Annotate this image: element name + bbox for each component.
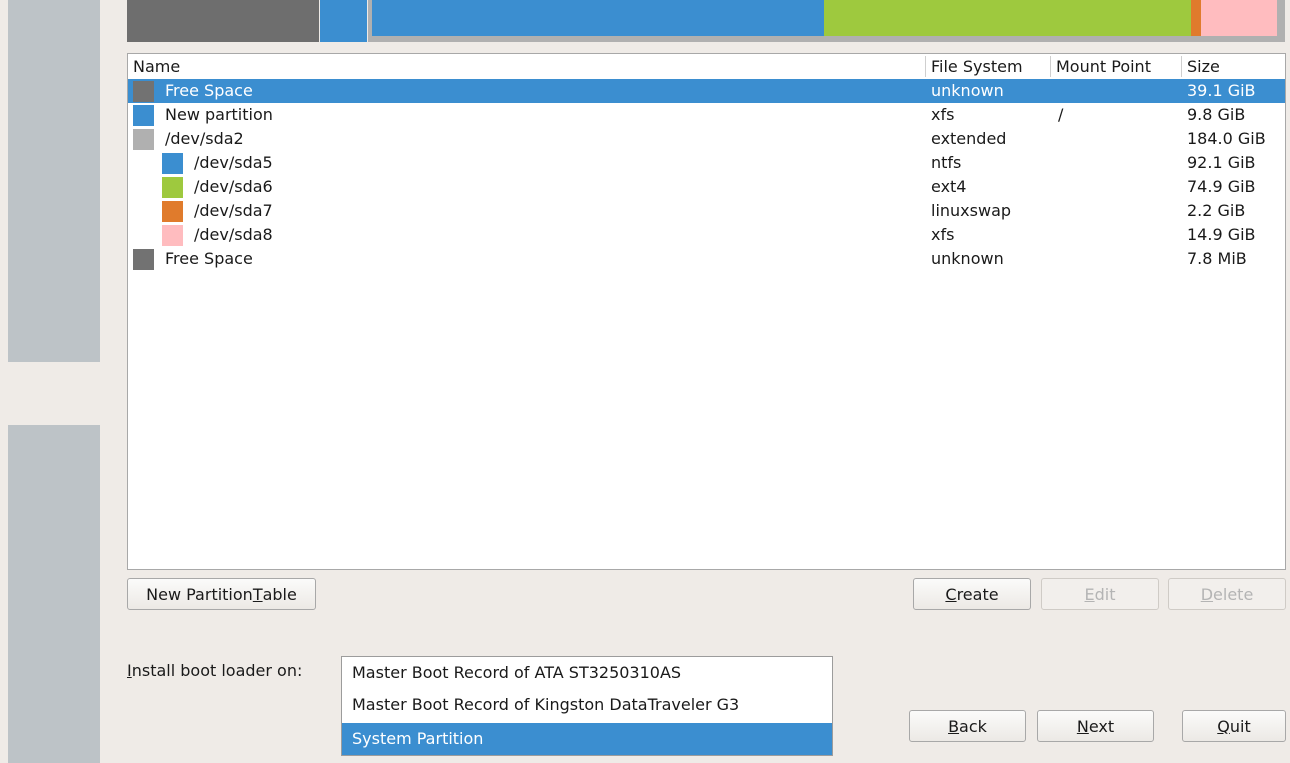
partition-color-swatch <box>133 105 154 126</box>
partition-color-swatch <box>162 225 183 246</box>
partition-row[interactable]: Free Space unknown 7.8 MiB <box>128 247 1285 271</box>
button-label: able <box>262 584 297 604</box>
new-partition-table-button[interactable]: New Partition Table <box>127 578 316 610</box>
button-mnemonic: N <box>1076 716 1089 736</box>
partition-row[interactable]: /dev/sda7 linuxswap 2.2 GiB <box>128 199 1285 223</box>
bootloader-dropdown-list[interactable]: Master Boot Record of ATA ST3250310AS Ma… <box>341 656 833 756</box>
partition-filesystem: ntfs <box>931 153 962 172</box>
column-header-name[interactable]: Name <box>133 57 180 76</box>
button-label: New Partition <box>146 584 253 604</box>
partition-name: /dev/sda2 <box>165 129 244 148</box>
partition-bar <box>127 0 1285 42</box>
partition-size: 74.9 GiB <box>1187 177 1256 196</box>
column-divider <box>1050 56 1051 77</box>
partition-size: 9.8 GiB <box>1187 105 1246 124</box>
bar-new-partition[interactable] <box>320 0 367 42</box>
partition-filesystem: ext4 <box>931 177 967 196</box>
create-button[interactable]: Create <box>913 578 1031 610</box>
partition-row[interactable]: Free Space unknown 39.1 GiB <box>128 79 1285 103</box>
partition-name: /dev/sda6 <box>194 177 273 196</box>
sidebar-panel-bottom <box>8 425 100 763</box>
quit-button[interactable]: Quit <box>1182 710 1286 742</box>
button-mnemonic: C <box>945 584 957 604</box>
button-label: ack <box>959 716 987 736</box>
button-label: uit <box>1229 716 1251 736</box>
partition-color-swatch <box>162 201 183 222</box>
partition-color-swatch <box>162 177 183 198</box>
partition-name: /dev/sda5 <box>194 153 273 172</box>
bar-sda6[interactable] <box>824 0 1191 36</box>
next-button[interactable]: Next <box>1037 710 1154 742</box>
partition-mountpoint: / <box>1058 105 1064 124</box>
button-label: elete <box>1213 584 1254 604</box>
bootloader-label: Install boot loader on: <box>127 661 302 680</box>
label-text: nstall boot loader on: <box>131 661 303 680</box>
column-divider <box>1181 56 1182 77</box>
partition-filesystem: unknown <box>931 249 1004 268</box>
partition-filesystem: unknown <box>931 81 1004 100</box>
delete-button[interactable]: Delete <box>1168 578 1286 610</box>
partition-filesystem: linuxswap <box>931 201 1012 220</box>
partition-row[interactable]: /dev/sda5 ntfs 92.1 GiB <box>128 151 1285 175</box>
column-divider <box>925 56 926 77</box>
button-mnemonic: B <box>948 716 960 736</box>
partition-color-swatch <box>133 129 154 150</box>
bootloader-option-selected[interactable]: System Partition <box>342 723 832 755</box>
partition-color-swatch <box>162 153 183 174</box>
partition-row[interactable]: /dev/sda8 xfs 14.9 GiB <box>128 223 1285 247</box>
partition-name: Free Space <box>165 81 253 100</box>
partition-size: 39.1 GiB <box>1187 81 1256 100</box>
button-label: dit <box>1094 584 1116 604</box>
partition-name: /dev/sda8 <box>194 225 273 244</box>
bar-sda8[interactable] <box>1201 0 1277 36</box>
partition-size: 14.9 GiB <box>1187 225 1256 244</box>
partition-row[interactable]: /dev/sda2 extended 184.0 GiB <box>128 127 1285 151</box>
partition-size: 92.1 GiB <box>1187 153 1256 172</box>
partition-size: 2.2 GiB <box>1187 201 1246 220</box>
bar-free-space[interactable] <box>127 0 319 42</box>
button-mnemonic: E <box>1084 584 1095 604</box>
edit-button[interactable]: Edit <box>1041 578 1159 610</box>
column-header-filesystem[interactable]: File System <box>931 57 1023 76</box>
bar-extended[interactable] <box>368 0 1285 42</box>
column-header-size[interactable]: Size <box>1187 57 1220 76</box>
bar-sda7[interactable] <box>1191 0 1201 36</box>
partition-name: Free Space <box>165 249 253 268</box>
button-mnemonic: T <box>252 584 263 604</box>
partition-row[interactable]: New partition xfs / 9.8 GiB <box>128 103 1285 127</box>
partition-name: /dev/sda7 <box>194 201 273 220</box>
partition-filesystem: xfs <box>931 105 955 124</box>
partition-color-swatch <box>133 249 154 270</box>
partition-filesystem: extended <box>931 129 1007 148</box>
partition-size: 7.8 MiB <box>1187 249 1247 268</box>
bootloader-option[interactable]: Master Boot Record of ATA ST3250310AS <box>342 657 832 689</box>
partition-size: 184.0 GiB <box>1187 129 1266 148</box>
button-mnemonic: D <box>1200 584 1214 604</box>
bar-sda5[interactable] <box>372 0 824 36</box>
button-label: reate <box>956 584 999 604</box>
partition-list[interactable]: Name File System Mount Point Size Free S… <box>127 53 1286 570</box>
partition-list-header: Name File System Mount Point Size <box>128 54 1285 80</box>
column-header-mountpoint[interactable]: Mount Point <box>1056 57 1151 76</box>
partition-name: New partition <box>165 105 273 124</box>
button-label: ext <box>1088 716 1115 736</box>
back-button[interactable]: Back <box>909 710 1026 742</box>
partition-color-swatch <box>133 81 154 102</box>
partition-row[interactable]: /dev/sda6 ext4 74.9 GiB <box>128 175 1285 199</box>
bootloader-option[interactable]: Master Boot Record of Kingston DataTrave… <box>342 689 832 721</box>
button-mnemonic: Q <box>1217 716 1230 736</box>
sidebar-panel-top <box>8 0 100 362</box>
partition-filesystem: xfs <box>931 225 955 244</box>
